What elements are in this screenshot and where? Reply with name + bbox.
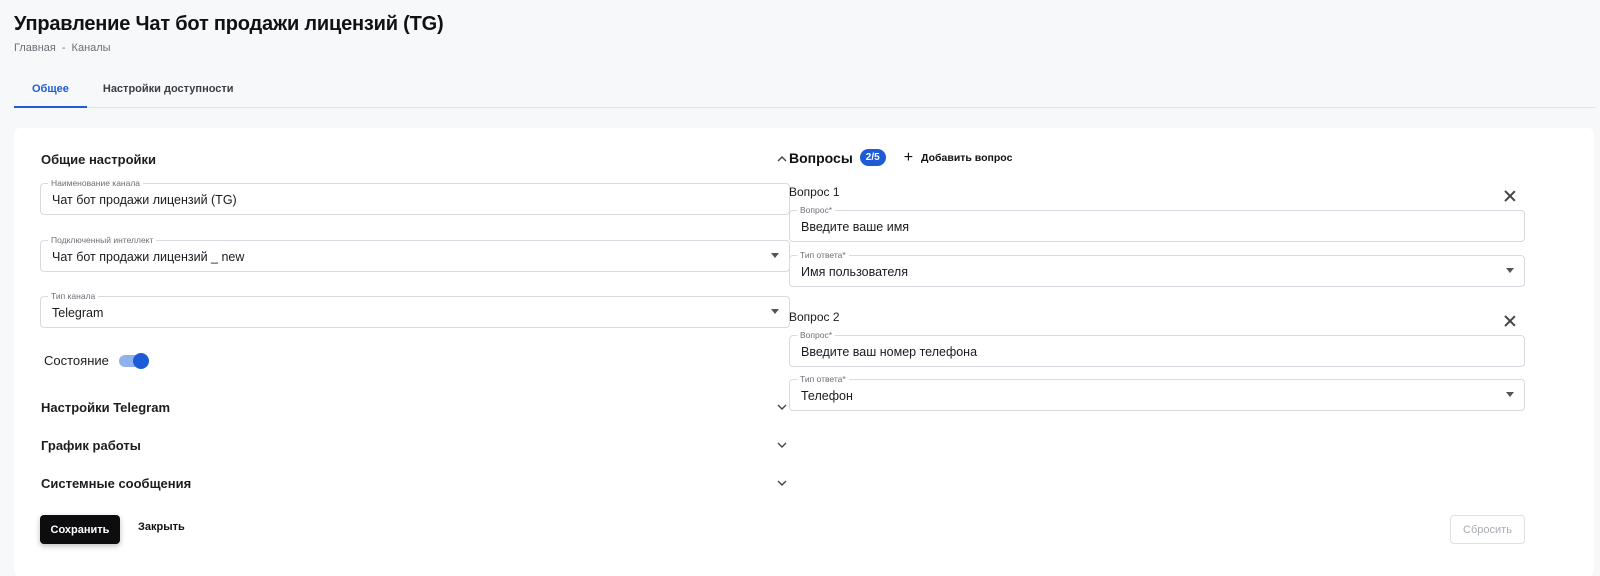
page-title: Управление Чат бот продажи лицензий (TG) [14, 13, 444, 35]
work-schedule-title: График работы [41, 437, 141, 453]
tab-bar: Общее Настройки доступности [14, 78, 1596, 108]
questions-header: Вопросы 2/5 + Добавить вопрос [789, 149, 1012, 166]
caret-down-icon[interactable] [771, 309, 779, 314]
tab-accessibility-settings[interactable]: Настройки доступности [87, 78, 252, 108]
question-2-answer-type-label: Тип ответа* [797, 374, 849, 384]
channel-type-value: Telegram [52, 306, 104, 320]
intellect-value: Чат бот продажи лицензий _ new [52, 250, 245, 264]
breadcrumb-home[interactable]: Главная [14, 42, 56, 54]
plus-icon: + [903, 148, 914, 166]
question-1-text-label: Вопрос* [797, 205, 836, 215]
chevron-down-icon[interactable] [775, 400, 789, 414]
channel-name-field[interactable]: Наименование канала Чат бот продажи лице… [40, 178, 790, 215]
intellect-label: Подключенный интеллект [48, 235, 157, 245]
tab-general[interactable]: Общее [14, 78, 87, 108]
question-1-label: Вопрос 1 [789, 185, 840, 199]
state-toggle[interactable] [118, 352, 149, 369]
state-label: Состояние [44, 353, 109, 368]
close-icon[interactable] [1502, 188, 1518, 204]
close-button[interactable]: Закрыть [138, 521, 185, 533]
general-settings-header[interactable]: Общие настройки [41, 149, 789, 169]
telegram-settings-title: Настройки Telegram [41, 399, 171, 415]
channel-name-value: Чат бот продажи лицензий (TG) [52, 193, 237, 207]
settings-card: Общие настройки Наименование канала Чат … [14, 128, 1594, 576]
caret-down-icon[interactable] [1506, 268, 1514, 273]
question-1-text-value: Введите ваше имя [801, 220, 910, 234]
breadcrumb-channels[interactable]: Каналы [72, 42, 111, 54]
channel-name-label: Наименование канала [48, 178, 144, 188]
add-question-button[interactable]: + Добавить вопрос [903, 148, 1013, 166]
telegram-settings-header[interactable]: Настройки Telegram [41, 397, 789, 417]
questions-title: Вопросы [789, 149, 853, 166]
questions-count-badge: 2/5 [859, 149, 886, 166]
chevron-up-icon[interactable] [775, 152, 789, 166]
system-messages-title: Системные сообщения [41, 475, 192, 491]
save-button[interactable]: Сохранить [40, 515, 120, 544]
question-1-answer-type-label: Тип ответа* [797, 250, 849, 260]
question-1-answer-type-select[interactable]: Тип ответа* Имя пользователя [789, 250, 1525, 287]
toggle-knob [132, 352, 149, 369]
breadcrumb-separator: - [61, 42, 66, 54]
channel-type-select[interactable]: Тип канала Telegram [40, 291, 790, 328]
chevron-down-icon[interactable] [775, 476, 789, 490]
question-1-text-field[interactable]: Вопрос* Введите ваше имя [789, 205, 1525, 242]
intellect-select[interactable]: Подключенный интеллект Чат бот продажи л… [40, 235, 790, 272]
close-icon[interactable] [1502, 313, 1518, 329]
general-settings-title: Общие настройки [41, 151, 156, 167]
breadcrumb: Главная - Каналы [14, 42, 111, 54]
question-2-text-label: Вопрос* [797, 330, 836, 340]
chevron-down-icon[interactable] [775, 438, 789, 452]
caret-down-icon[interactable] [771, 253, 779, 258]
channel-type-label: Тип канала [48, 291, 99, 301]
reset-button[interactable]: Сбросить [1450, 515, 1525, 544]
caret-down-icon[interactable] [1506, 392, 1514, 397]
work-schedule-header[interactable]: График работы [41, 435, 789, 455]
question-2-label: Вопрос 2 [789, 310, 840, 324]
question-1-answer-type-value: Имя пользователя [801, 265, 908, 279]
question-2-text-field[interactable]: Вопрос* Введите ваш номер телефона [789, 330, 1525, 367]
state-row: Состояние [44, 352, 149, 369]
system-messages-header[interactable]: Системные сообщения [41, 473, 789, 493]
question-2-answer-type-select[interactable]: Тип ответа* Телефон [789, 374, 1525, 411]
add-question-label: Добавить вопрос [921, 151, 1013, 164]
question-2-text-value: Введите ваш номер телефона [801, 345, 978, 359]
question-2-answer-type-value: Телефон [801, 389, 853, 403]
